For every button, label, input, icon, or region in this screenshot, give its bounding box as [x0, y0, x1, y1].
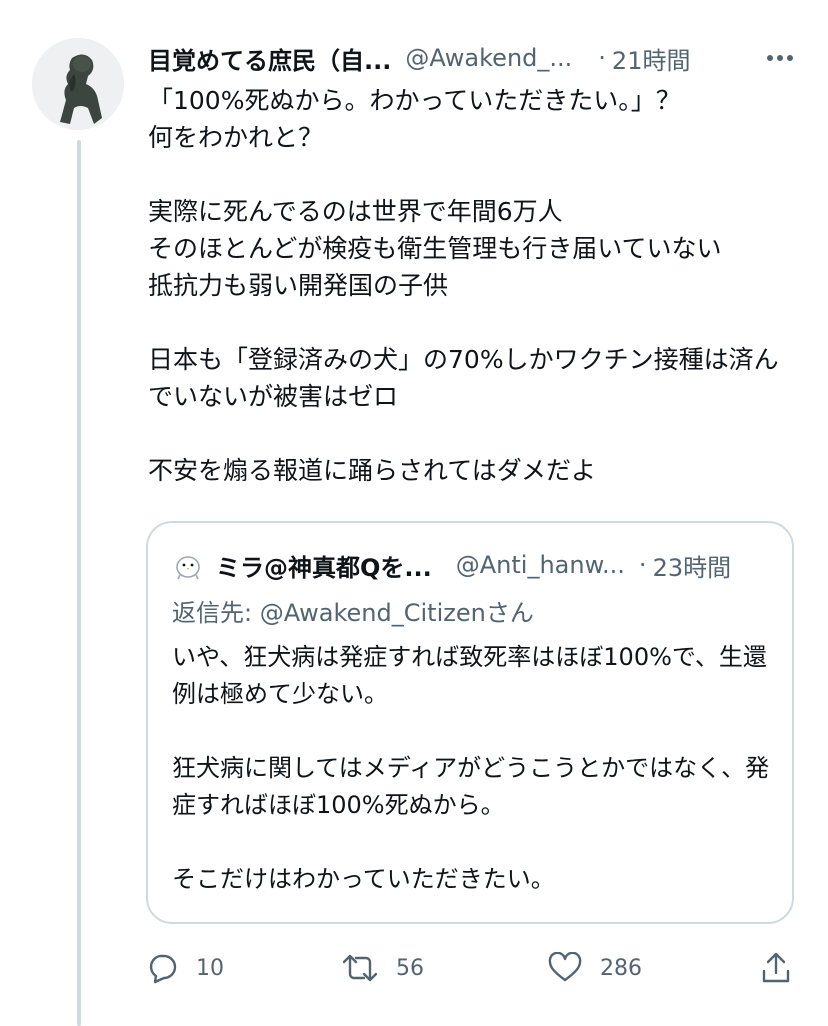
- author-avatar[interactable]: [32, 38, 124, 130]
- thread-connector-line: [77, 140, 81, 1026]
- retweet-count: 56: [396, 955, 424, 981]
- quoted-author-display-name[interactable]: ミラ@神真都Qを...: [216, 548, 432, 583]
- quoted-tweet-header: ミラ@神真都Qを... @Anti_hanw... · 23時間: [172, 547, 772, 583]
- like-button[interactable]: 286: [548, 946, 642, 990]
- retweet-icon: [342, 952, 378, 984]
- author-display-name[interactable]: 目覚めてる庶民（自...: [148, 41, 391, 76]
- tweet-timestamp[interactable]: 21時間: [612, 41, 691, 76]
- reply-bubble-icon: [146, 952, 178, 984]
- quoted-tweet-body-text: いや、狂犬病は発症すれば致死率はほぼ100%で、生還例は極めて少ない。 狂犬病に…: [172, 643, 770, 893]
- reply-button[interactable]: 10: [146, 946, 224, 990]
- heart-icon: [548, 952, 582, 984]
- tweet-action-bar: 10 56 286: [146, 946, 802, 990]
- author-handle[interactable]: @Awakend_...: [405, 44, 572, 72]
- quoted-author-handle[interactable]: @Anti_hanw...: [456, 551, 625, 579]
- retweet-button[interactable]: 56: [342, 946, 424, 990]
- tweet-body-text: 「100%死ぬから。わかっていただきたい。」？ 何をわかれと？ 実際に死んでるの…: [148, 86, 779, 485]
- quoted-header-separator: ·: [638, 551, 647, 579]
- bird-avatar: [172, 549, 204, 581]
- header-separator: ·: [598, 44, 606, 72]
- like-count: 286: [600, 955, 642, 981]
- more-horizontal-icon[interactable]: [764, 44, 796, 72]
- share-icon: [760, 951, 792, 985]
- quoted-tweet-card[interactable]: ミラ@神真都Qを... @Anti_hanw... · 23時間 返信先: @A…: [146, 521, 794, 924]
- quoted-reply-to: 返信先: @Awakend_Citizenさん: [172, 599, 534, 627]
- tweet-header: 目覚めてる庶民（自... @Awakend_... · 21時間: [148, 38, 798, 78]
- reply-count: 10: [196, 955, 224, 981]
- share-button[interactable]: [760, 946, 792, 990]
- quoted-tweet-timestamp[interactable]: 23時間: [653, 548, 732, 583]
- thinker-statue-avatar: [32, 38, 124, 130]
